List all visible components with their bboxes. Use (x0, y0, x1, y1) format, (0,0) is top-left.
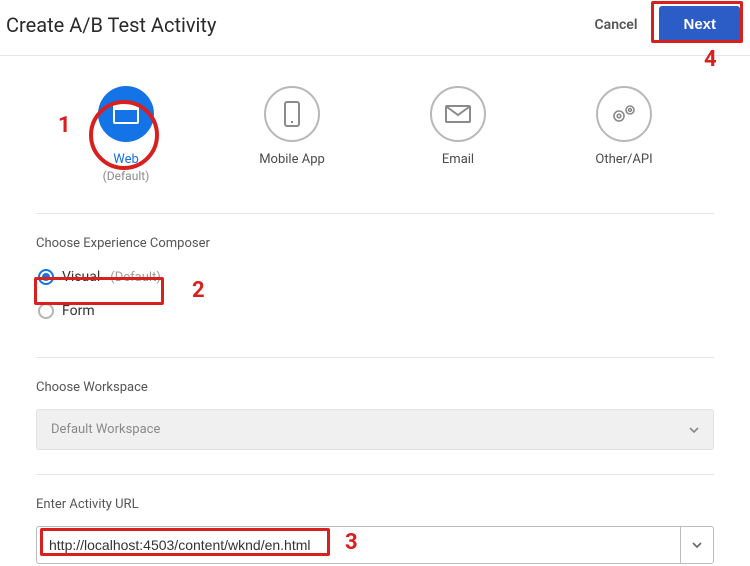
workspace-title: Choose Workspace (36, 380, 714, 395)
cancel-button[interactable]: Cancel (595, 17, 638, 33)
url-section: Enter Activity URL (36, 474, 714, 566)
channel-other-label: Other/API (595, 152, 652, 167)
channel-email-label: Email (442, 152, 474, 167)
chevron-down-icon (689, 422, 699, 437)
mobile-icon (264, 86, 320, 142)
composer-form-label: Form (62, 303, 95, 319)
email-icon (430, 86, 486, 142)
channel-web-sub: (Default) (103, 169, 150, 183)
web-icon (98, 86, 154, 142)
composer-section: Choose Experience Composer Visual (Defau… (36, 213, 714, 357)
channel-mobile[interactable]: Mobile App (232, 86, 352, 167)
composer-visual-radio[interactable]: Visual (Default) (36, 265, 163, 289)
url-dropdown-button[interactable] (680, 526, 714, 564)
radio-unselected-icon (38, 303, 54, 319)
composer-form-radio[interactable]: Form (36, 299, 97, 323)
channel-web[interactable]: Web (Default) (66, 86, 186, 183)
radio-selected-icon (38, 269, 54, 285)
channel-other[interactable]: Other/API (564, 86, 684, 167)
activity-url-input[interactable] (36, 526, 680, 564)
composer-visual-label: Visual (62, 269, 100, 285)
chevron-down-icon (692, 542, 702, 548)
channel-web-label: Web (113, 152, 139, 167)
gears-icon (596, 86, 652, 142)
composer-title: Choose Experience Composer (36, 236, 714, 251)
next-button[interactable]: Next (659, 6, 740, 43)
url-title: Enter Activity URL (36, 497, 714, 512)
workspace-select[interactable]: Default Workspace (36, 409, 714, 450)
workspace-section: Choose Workspace Default Workspace (36, 357, 714, 474)
workspace-value: Default Workspace (51, 422, 160, 437)
page-title: Create A/B Test Activity (6, 13, 216, 37)
channel-mobile-label: Mobile App (259, 152, 325, 167)
channel-selector: Web (Default) Mobile App Email (36, 86, 714, 213)
channel-email[interactable]: Email (398, 86, 518, 167)
composer-visual-default: (Default) (110, 270, 161, 285)
